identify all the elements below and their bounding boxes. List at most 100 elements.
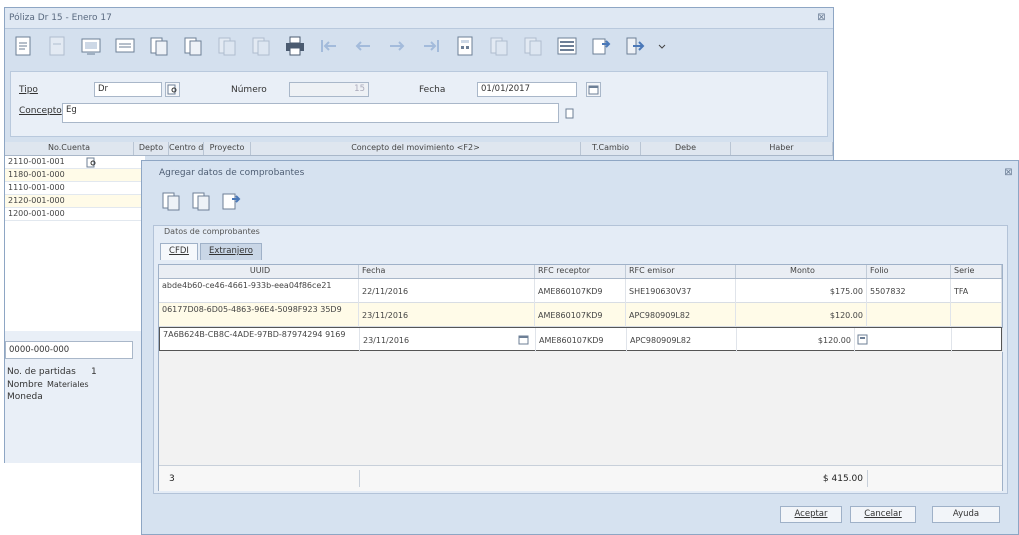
concepto-search-icon[interactable] [563,106,578,121]
concepto-input[interactable]: Eg [62,103,559,123]
nombre-label: Nombre [7,380,43,390]
new-document-icon[interactable] [11,34,35,58]
account-row[interactable]: 1180-001-000 [5,169,145,182]
info-panel: 0000-000-000 No. de partidas 1 Nombre Ma… [5,331,141,463]
col-concepto-mov[interactable]: Concepto del movimiento <F2> [251,142,581,155]
partidas-value: 1 [91,367,97,377]
account-code: 1110-001-000 [8,183,65,192]
rfc-emisor-cell[interactable]: APC980909L82 [627,328,737,352]
rfc-emisor-value: APC980909L82 [630,335,692,345]
nombre-value: Materiales [47,380,89,389]
dialog-title: Agregar datos de comprobantes [159,168,305,178]
chevron-down-icon[interactable] [657,34,667,58]
document-link-icon [487,34,511,58]
account-search-icon[interactable] [85,156,98,168]
table-row-selected[interactable]: 7A6B624B-CB8C-4ADE-97BD-87974294 9169 23… [159,327,1003,352]
numero-label: Número [231,85,267,95]
fecha-cell: 23/11/2016 [359,303,535,327]
serie-cell: TFA [951,279,1002,303]
attach-document-icon[interactable] [589,34,613,58]
account-row[interactable]: 2120-001-000 [5,195,145,208]
fecha-label: Fecha [419,85,446,95]
rfc-receptor-cell: AME860107KD9 [535,279,626,303]
import-document-icon[interactable] [219,189,243,213]
col-depto[interactable]: Depto [134,142,169,155]
form-icon[interactable] [113,34,137,58]
edit-document-icon[interactable] [189,189,213,213]
account-row[interactable]: 2110-001-001 [5,156,145,169]
serie-cell[interactable] [952,328,1003,352]
add-document-icon[interactable] [159,189,183,213]
col-no-cuenta[interactable]: No.Cuenta [5,142,134,155]
document-stack2-icon[interactable] [181,34,205,58]
numero-input[interactable]: 15 [289,82,369,97]
monto-value: $120.00 [829,310,863,320]
cancel-button[interactable]: Cancelar [850,506,916,523]
monto-cell: $120.00 [736,303,867,327]
account-row[interactable]: 1110-001-000 [5,182,145,195]
rfc-receptor-value: AME860107KD9 [538,310,603,320]
folio-cell: 5507832 [867,279,951,303]
fecha-value: 23/11/2016 [363,335,410,345]
col-serie[interactable]: Serie [951,265,1002,278]
exit-icon[interactable] [623,34,647,58]
calendar-icon[interactable] [517,333,529,345]
monto-cell[interactable]: $120.00 [737,328,855,352]
col-uuid[interactable]: UUID [159,265,359,278]
screen-icon[interactable] [79,34,103,58]
help-button[interactable]: Ayuda [932,506,1000,523]
accept-label: Aceptar [794,509,828,519]
col-fecha[interactable]: Fecha [359,265,535,278]
close-icon[interactable]: ⊠ [816,12,827,23]
list-icon[interactable] [555,34,579,58]
close-icon[interactable]: ⊠ [1003,167,1014,178]
account-code: 2120-001-000 [8,196,65,205]
col-centro[interactable]: Centro de [169,142,204,155]
account-code: 1200-001-000 [8,209,65,218]
folio-value: 5507832 [870,286,906,296]
col-monto[interactable]: Monto [736,265,867,278]
accept-button[interactable]: Aceptar [780,506,842,523]
col-folio[interactable]: Folio [867,265,951,278]
rfc-emisor-value: APC980909L82 [629,310,691,320]
rfc-receptor-value: AME860107KD9 [539,335,604,345]
account-row[interactable]: 1200-001-000 [5,208,145,221]
serie-cell [951,303,1002,327]
poliza-title-bar: Póliza Dr 15 - Enero 17 ⊠ [5,8,833,29]
col-rfc-receptor[interactable]: RFC receptor [535,265,626,278]
folio-cell [867,303,951,327]
fecha-input[interactable]: 01/01/2017 [477,82,577,97]
calendar-icon[interactable] [586,82,601,97]
cfdi-grid-header: UUID Fecha RFC receptor RFC emisor Monto… [159,265,1002,279]
rfc-receptor-cell[interactable]: AME860107KD9 [536,328,627,352]
tab-cfdi[interactable]: CFDI [160,243,198,260]
poliza-grid-header: No.Cuenta Depto Centro de Proyecto Conce… [5,142,833,156]
footer-count: 3 [169,474,175,484]
rfc-receptor-value: AME860107KD9 [538,286,603,296]
document-link2-icon [521,34,545,58]
table-row[interactable]: abde4b60-ce46-4661-933b-eea04f86ce21 22/… [159,279,1002,303]
col-haber[interactable]: Haber [731,142,833,155]
uuid-cell[interactable]: 7A6B624B-CB8C-4ADE-97BD-87974294 9169 [160,328,360,352]
copy-document-icon [45,34,69,58]
tipo-search-icon[interactable] [165,82,180,97]
uuid-cell: abde4b60-ce46-4661-933b-eea04f86ce21 [159,279,359,303]
tipo-input[interactable]: Dr [94,82,162,97]
calculator-icon[interactable] [856,333,868,345]
calculator-icon[interactable] [453,34,477,58]
col-rfc-emisor[interactable]: RFC emisor [626,265,736,278]
col-tcambio[interactable]: T.Cambio [581,142,641,155]
bottom-account-field[interactable]: 0000-000-000 [5,341,133,359]
print-icon[interactable] [283,34,307,58]
document-stack-icon[interactable] [147,34,171,58]
dialog-title-bar: Agregar datos de comprobantes ⊠ [142,161,1018,183]
next-record-icon [385,34,409,58]
fecha-cell[interactable]: 23/11/2016 [360,328,536,352]
folio-cell[interactable] [868,328,952,352]
partidas-label: No. de partidas [7,367,76,377]
group-label: Datos de comprobantes [164,227,260,236]
col-debe[interactable]: Debe [641,142,731,155]
col-proyecto[interactable]: Proyecto [204,142,251,155]
tab-extranjero[interactable]: Extranjero [200,243,262,260]
table-row[interactable]: 06177D08-6D05-4863-96E4-5098F923 35D9 23… [159,303,1002,327]
